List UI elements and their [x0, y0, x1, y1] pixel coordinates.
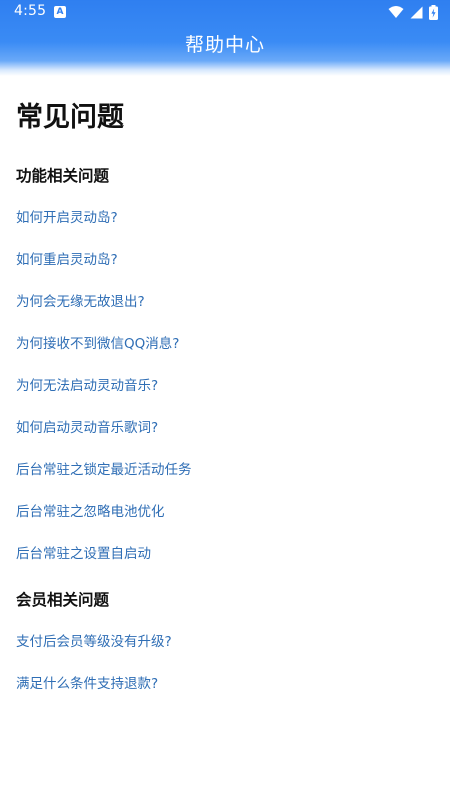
faq-item-music-lyrics[interactable]: 如何启动灵动音乐歌词? [16, 416, 436, 440]
faq-content: 常见问题 功能相关问题 如何开启灵动岛? 如何重启灵动岛? 为何会无缘无故退出?… [16, 96, 436, 696]
header-title: 帮助中心 [184, 34, 265, 56]
page-title: 常见问题 [16, 102, 124, 133]
faq-item-auto-start[interactable]: 后台常驻之设置自启动 [16, 542, 436, 566]
app-header: 4:55 A 帮助中心 [0, 0, 450, 76]
section-title-features: 功能相关问题 [16, 167, 110, 185]
status-icons [388, 4, 438, 20]
faq-item-ignore-battery-optimization[interactable]: 后台常驻之忽略电池优化 [16, 500, 436, 524]
help-center-screen: 4:55 A 帮助中心 常见问题 功能相关问题 如何开启灵动岛? 如何重启灵动岛… [0, 0, 450, 800]
battery-charging-icon [429, 4, 438, 20]
faq-item-wechat-qq-messages[interactable]: 为何接收不到微信QQ消息? [16, 332, 436, 356]
faq-item-restart-dynamic-island[interactable]: 如何重启灵动岛? [16, 248, 436, 272]
wifi-icon [388, 6, 404, 18]
status-time: 4:55 [14, 3, 47, 19]
faq-item-membership-not-upgraded[interactable]: 支付后会员等级没有升级? [16, 630, 436, 654]
faq-item-random-exit[interactable]: 为何会无缘无故退出? [16, 290, 436, 314]
faq-item-music-not-starting[interactable]: 为何无法启动灵动音乐? [16, 374, 436, 398]
faq-item-refund-conditions[interactable]: 满足什么条件支持退款? [16, 672, 436, 696]
notification-a-icon: A [54, 6, 66, 18]
faq-item-enable-dynamic-island[interactable]: 如何开启灵动岛? [16, 206, 436, 230]
section-title-membership: 会员相关问题 [16, 591, 110, 609]
cell-signal-icon [410, 6, 423, 18]
faq-item-lock-recent-task[interactable]: 后台常驻之锁定最近活动任务 [16, 458, 436, 482]
status-bar: 4:55 A [0, 0, 450, 24]
